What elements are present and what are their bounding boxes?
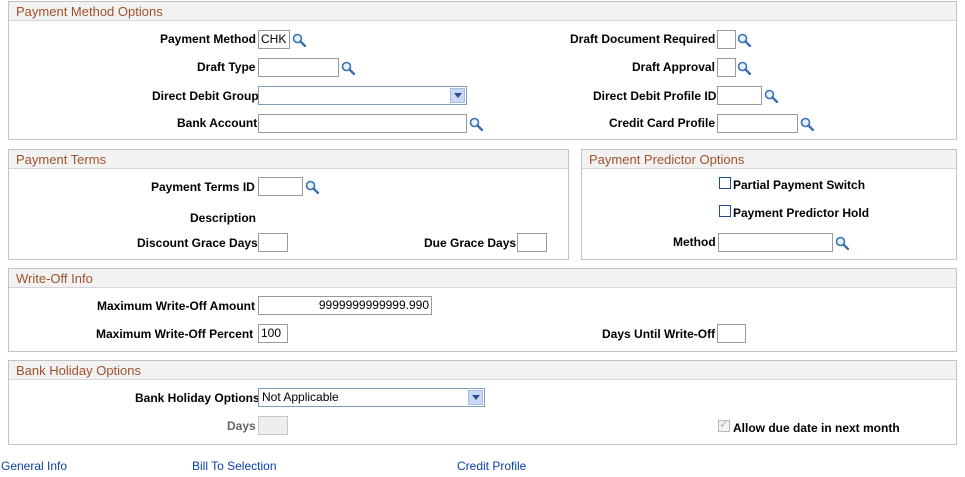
draft-document-required-input[interactable] xyxy=(717,30,736,49)
max-write-off-amount-input[interactable]: 9999999999999.990 xyxy=(258,296,432,315)
bank-holiday-options-header: Bank Holiday Options xyxy=(9,361,956,380)
draft-type-input[interactable] xyxy=(258,58,339,77)
write-off-info-header: Write-Off Info xyxy=(9,269,956,288)
payment-terms-id-label: Payment Terms ID xyxy=(151,180,255,194)
direct-debit-group-select[interactable] xyxy=(258,86,467,105)
direct-debit-profile-id-label: Direct Debit Profile ID xyxy=(593,89,717,103)
max-write-off-percent-input[interactable]: 100 xyxy=(258,324,288,343)
discount-grace-days-label: Discount Grace Days xyxy=(137,236,258,250)
chevron-down-icon[interactable] xyxy=(450,88,465,103)
draft-approval-label: Draft Approval xyxy=(632,60,715,74)
method-lookup-icon[interactable] xyxy=(835,236,849,250)
bank-holiday-options-label: Bank Holiday Options xyxy=(135,391,260,405)
bank-holiday-options-value: Not Applicable xyxy=(262,390,339,404)
payment-terms-id-lookup-icon[interactable] xyxy=(305,180,319,194)
days-until-write-off-input[interactable] xyxy=(717,324,746,343)
payment-terms-id-input[interactable] xyxy=(258,177,303,196)
bank-account-input[interactable] xyxy=(258,114,467,133)
payment-predictor-options-header: Payment Predictor Options xyxy=(582,150,956,169)
bank-holiday-options-select[interactable]: Not Applicable xyxy=(258,388,485,407)
partial-payment-switch-label[interactable]: Partial Payment Switch xyxy=(733,178,865,192)
payment-method-options-title: Payment Method Options xyxy=(16,4,163,19)
draft-type-label: Draft Type xyxy=(197,60,256,74)
general-info-link[interactable]: General Info xyxy=(1,459,67,473)
payment-method-lookup-icon[interactable] xyxy=(292,33,306,47)
credit-profile-link[interactable]: Credit Profile xyxy=(457,459,526,473)
max-write-off-percent-label: Maximum Write-Off Percent xyxy=(96,327,254,341)
payment-predictor-options-title: Payment Predictor Options xyxy=(589,152,745,167)
direct-debit-group-label: Direct Debit Group xyxy=(152,89,259,103)
payment-terms-title: Payment Terms xyxy=(16,152,107,167)
payment-method-label: Payment Method xyxy=(160,32,257,46)
due-grace-days-label: Due Grace Days xyxy=(424,236,517,250)
draft-document-required-label: Draft Document Required xyxy=(570,32,716,46)
payment-method-input[interactable]: CHK xyxy=(258,30,290,49)
draft-approval-input[interactable] xyxy=(717,58,736,77)
discount-grace-days-input[interactable] xyxy=(258,233,288,252)
allow-due-date-label: Allow due date in next month xyxy=(733,421,900,435)
credit-card-profile-lookup-icon[interactable] xyxy=(800,117,814,131)
write-off-info-title: Write-Off Info xyxy=(16,271,93,286)
method-input[interactable] xyxy=(718,233,833,252)
due-grace-days-input[interactable] xyxy=(517,233,547,252)
credit-card-profile-label: Credit Card Profile xyxy=(609,116,716,130)
max-write-off-amount-label: Maximum Write-Off Amount xyxy=(97,299,255,313)
bill-to-selection-link[interactable]: Bill To Selection xyxy=(192,459,277,473)
direct-debit-profile-id-lookup-icon[interactable] xyxy=(764,89,778,103)
allow-due-date-checkbox xyxy=(718,417,730,432)
days-input xyxy=(258,416,288,435)
payment-predictor-hold-label[interactable]: Payment Predictor Hold xyxy=(733,206,869,220)
description-label: Description xyxy=(190,211,257,225)
method-label: Method xyxy=(673,235,716,249)
draft-type-lookup-icon[interactable] xyxy=(341,61,355,75)
payment-terms-header: Payment Terms xyxy=(9,150,568,169)
bank-holiday-options-title: Bank Holiday Options xyxy=(16,363,142,378)
days-until-write-off-label: Days Until Write-Off xyxy=(602,327,716,341)
partial-payment-switch-checkbox[interactable] xyxy=(719,177,731,189)
draft-document-required-lookup-icon[interactable] xyxy=(737,33,751,47)
credit-card-profile-input[interactable] xyxy=(717,114,798,133)
bank-account-lookup-icon[interactable] xyxy=(469,117,483,131)
chevron-down-icon[interactable] xyxy=(468,390,483,405)
days-label: Days xyxy=(227,419,256,433)
bank-account-label: Bank Account xyxy=(177,116,258,130)
payment-method-options-header: Payment Method Options xyxy=(9,2,956,21)
direct-debit-profile-id-input[interactable] xyxy=(717,86,762,105)
payment-predictor-hold-checkbox[interactable] xyxy=(719,205,731,217)
draft-approval-lookup-icon[interactable] xyxy=(737,61,751,75)
